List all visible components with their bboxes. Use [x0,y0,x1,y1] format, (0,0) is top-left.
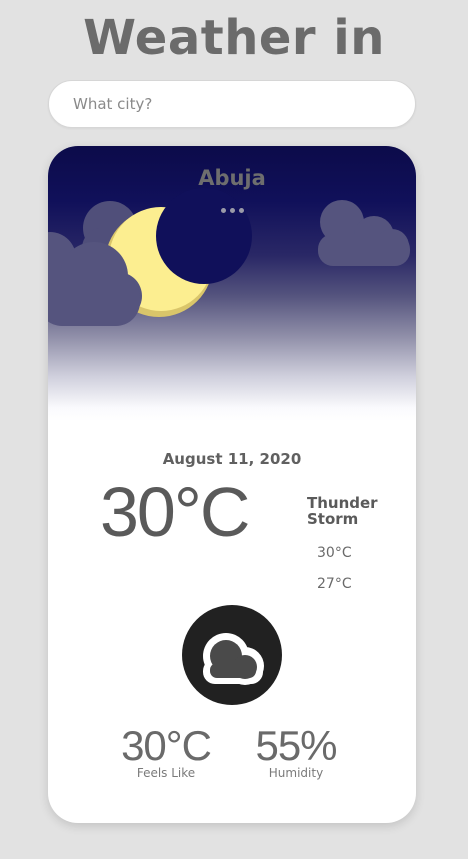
feels-like-stat: 30°C Feels Like [114,722,218,781]
page-dot [229,208,235,213]
high-temperature: 30°C [317,545,352,561]
weather-card: Abuja August 11, 2020 30°C Thunder Storm… [48,146,416,823]
weather-icon-badge [182,605,282,705]
page-dot [238,208,244,213]
humidity-stat: 55% Humidity [250,722,342,781]
page-dot [220,208,226,213]
page-title: Weather in [83,10,385,66]
page-indicator [48,198,416,217]
date-label: August 11, 2020 [162,450,302,468]
humidity-value: 55% [255,722,337,769]
cloud-icon [203,633,264,685]
city-name: Abuja [198,166,266,190]
sky-scene: Abuja [48,146,416,421]
current-temperature: 30°C [100,473,250,551]
low-temperature: 27°C [317,576,352,592]
city-search-input[interactable] [48,80,416,128]
feels-like-value: 30°C [121,722,212,769]
weather-condition: Thunder Storm [307,494,378,528]
